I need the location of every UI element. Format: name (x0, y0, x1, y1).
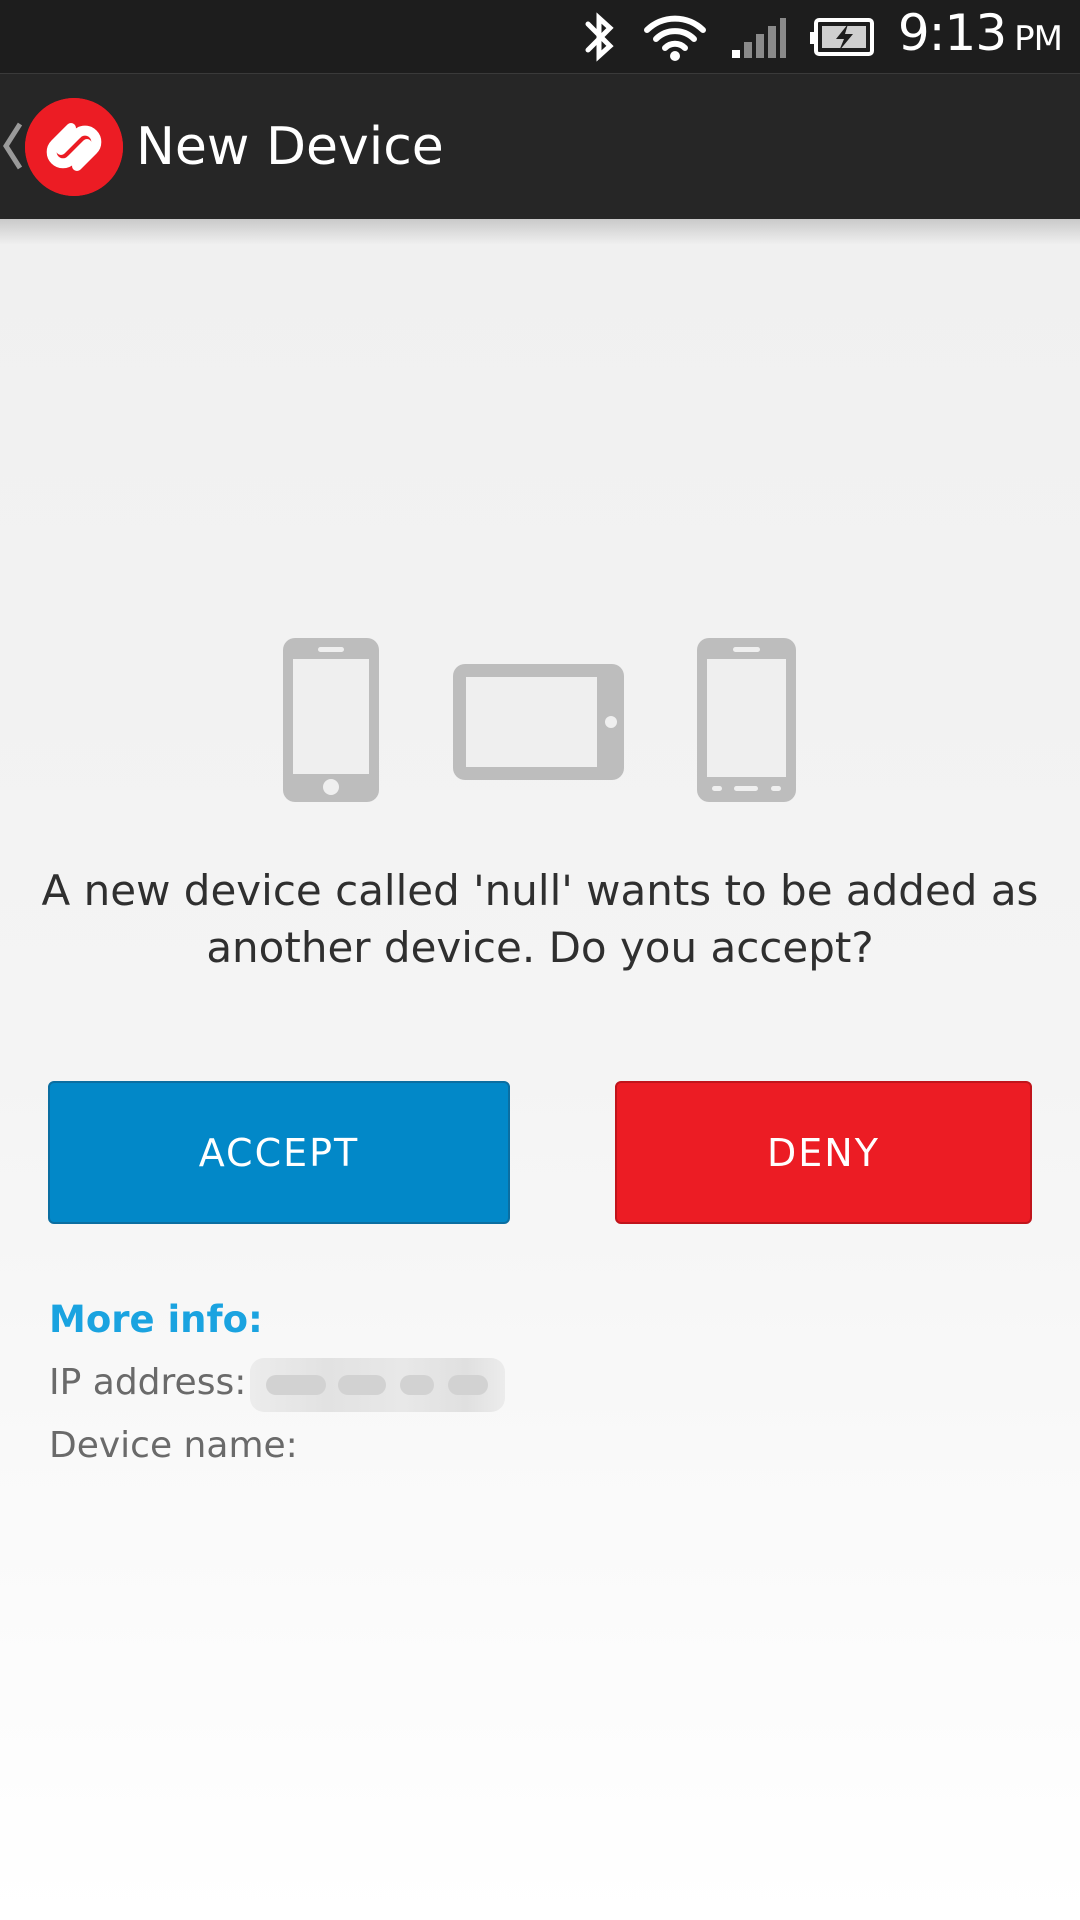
action-bar-shadow (0, 219, 1080, 245)
chevron-left-icon[interactable] (0, 118, 24, 174)
device-illustration (0, 635, 1080, 805)
more-info-heading: More info: (49, 1298, 263, 1341)
phone-icon (283, 638, 379, 802)
deny-button-label: DENY (767, 1130, 880, 1175)
clock-ampm: PM (1014, 19, 1063, 59)
bluetooth-icon (585, 11, 614, 62)
wifi-icon (643, 15, 706, 61)
page-title: New Device (136, 117, 444, 177)
accept-button-label: ACCEPT (198, 1130, 360, 1175)
battery-charging-icon (809, 17, 874, 56)
accept-button[interactable]: ACCEPT (48, 1081, 510, 1224)
signal-icon (731, 17, 786, 58)
clock-time: 9:13 (897, 4, 1007, 62)
device-name-label: Device name: (49, 1425, 298, 1466)
deny-button[interactable]: DENY (615, 1081, 1032, 1224)
ip-address-value-redacted (250, 1358, 505, 1412)
status-bar: 9:13 PM (0, 0, 1080, 73)
action-bar: New Device (0, 73, 1080, 219)
device-illustration-graphic (283, 638, 796, 802)
authy-logo-icon[interactable] (25, 98, 123, 196)
tablet-landscape-icon (453, 664, 624, 780)
status-icons: 9:13 PM (580, 0, 1063, 76)
clock: 9:13 PM (897, 0, 1063, 76)
ip-address-label: IP address: (49, 1362, 247, 1403)
phone-icon (697, 638, 796, 802)
device-request-message: A new device called 'null' wants to be a… (41, 866, 1039, 972)
